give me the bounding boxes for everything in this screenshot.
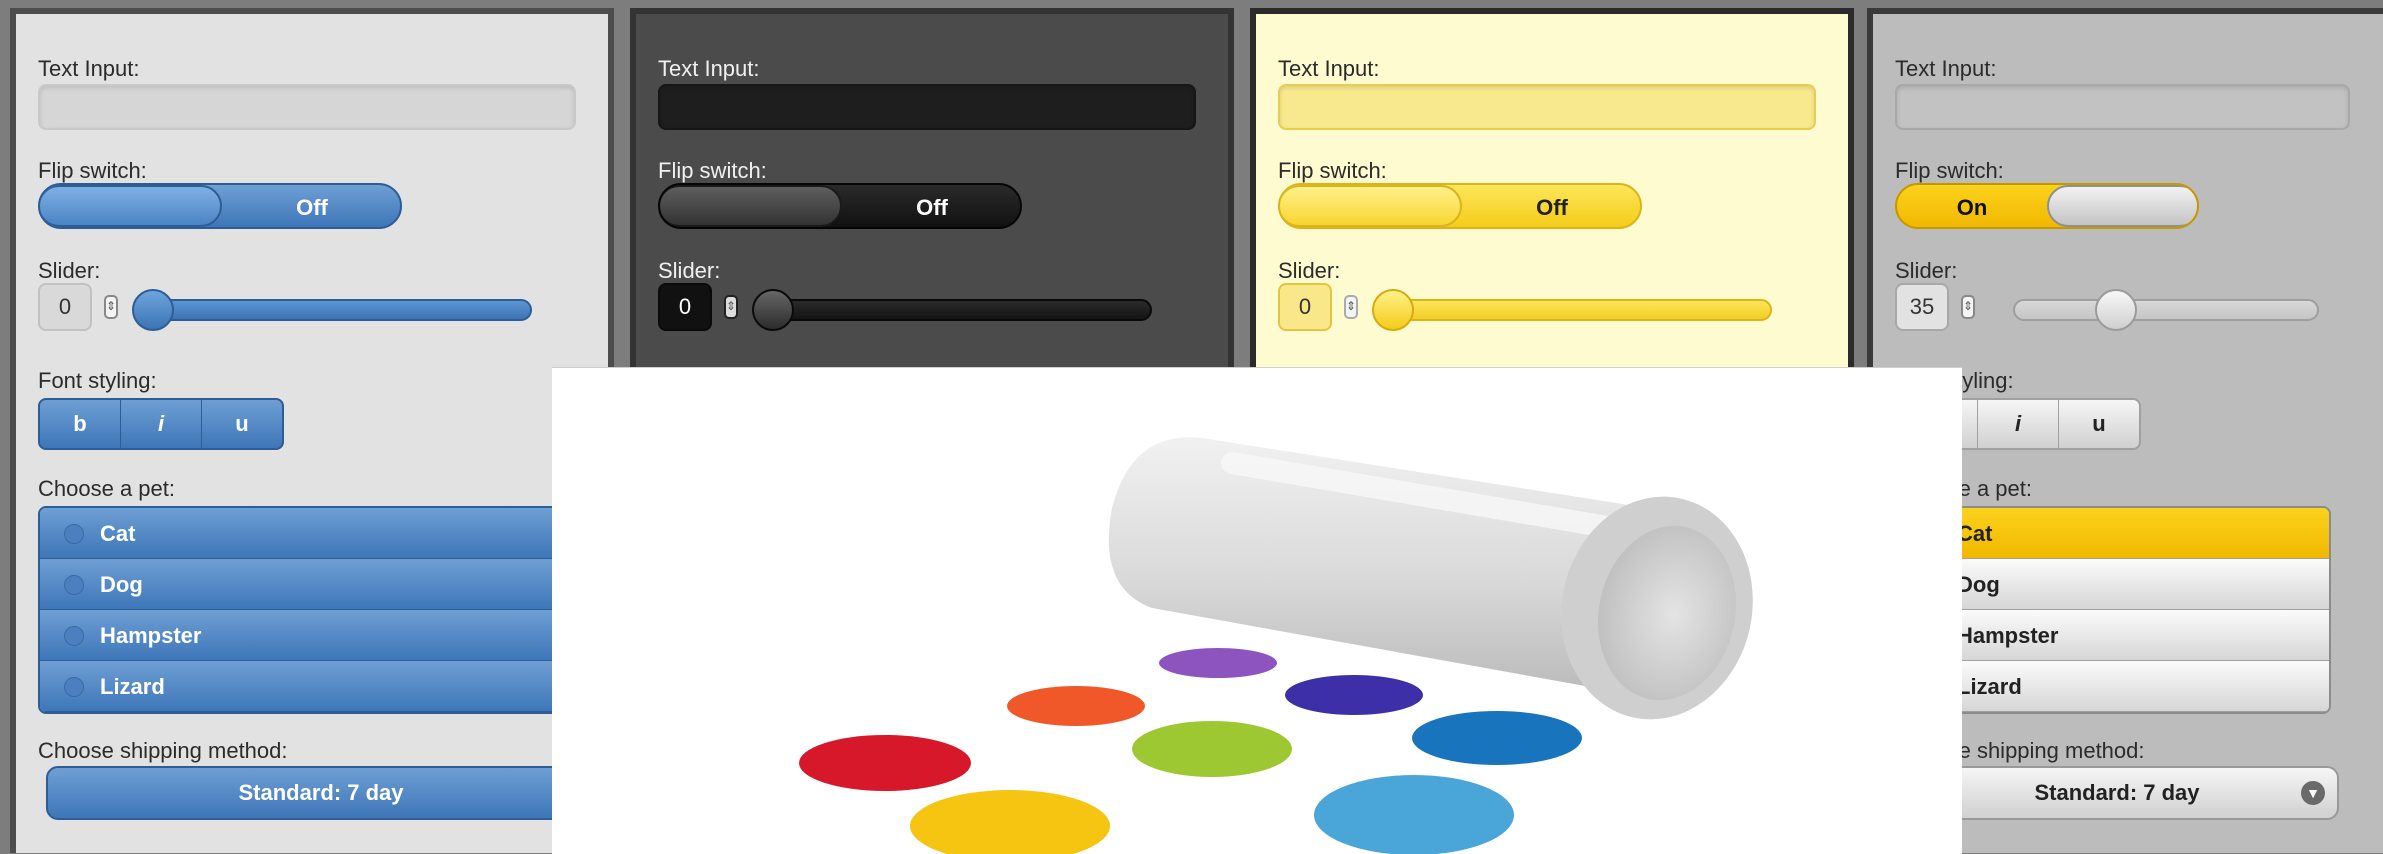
underline-button[interactable]: u (201, 400, 282, 448)
font-styling-label: Font styling: (38, 368, 157, 393)
slider-track[interactable] (1378, 299, 1772, 321)
pet-option-label: Lizard (100, 674, 165, 699)
slider-number-input[interactable]: 0 (38, 283, 92, 331)
dot-light-blue (1314, 775, 1514, 854)
slider-track[interactable] (758, 299, 1152, 321)
radio-icon (64, 677, 84, 697)
slider-track[interactable] (2013, 299, 2319, 321)
bold-button[interactable]: b (40, 400, 120, 448)
shipping-select[interactable]: Standard: 7 day ▼ (46, 766, 596, 820)
shipping-select-value: Standard: 7 day (2034, 780, 2200, 805)
shipping-select-value: Standard: 7 day (238, 780, 404, 805)
pet-option-label: Dog (1957, 572, 2000, 597)
slider-number-input[interactable]: 0 (1278, 283, 1332, 331)
radio-icon (64, 626, 84, 646)
pet-option-label: Hampster (100, 623, 202, 648)
flip-switch-label: Flip switch: (38, 158, 147, 183)
dot-green (1132, 721, 1292, 777)
text-input-label: Text Input: (1895, 56, 1997, 81)
pet-option-label: Dog (100, 572, 143, 597)
slider-label: Slider: (1278, 258, 1341, 283)
slider-number-input[interactable]: 0 (658, 283, 712, 331)
slider-label: Slider: (1895, 258, 1958, 283)
up-down-arrows-icon[interactable]: ⇕ (104, 295, 118, 319)
radio-icon (64, 524, 84, 544)
pet-radio-group: Cat Dog Hampster Lizard (38, 506, 598, 714)
up-down-arrows-icon[interactable]: ⇕ (724, 295, 738, 319)
pet-option-cat[interactable]: Cat (40, 508, 596, 559)
text-input[interactable] (658, 84, 1196, 130)
theme-panel-blue: Text Input: Flip switch: Off Slider: 0 ⇕… (10, 8, 614, 853)
up-down-arrows-icon[interactable]: ⇕ (1961, 295, 1975, 319)
slider-track[interactable] (138, 299, 532, 321)
flip-switch-label: Flip switch: (1278, 158, 1387, 183)
flip-switch[interactable]: Off (658, 183, 1022, 229)
colored-dots (799, 648, 1582, 854)
text-input[interactable] (1895, 84, 2350, 130)
pet-option-dog[interactable]: Dog (40, 559, 596, 610)
dot-indigo (1285, 675, 1423, 715)
flip-switch[interactable]: Off (38, 183, 402, 229)
slider-number-input[interactable]: 35 (1895, 283, 1949, 331)
tube-shape (1108, 437, 1753, 720)
slider-handle[interactable] (2095, 289, 2137, 331)
pet-option-label: Cat (100, 521, 136, 546)
logo-image-overlay (552, 367, 1962, 854)
dot-yellow (910, 790, 1110, 854)
flip-switch-knob[interactable] (2047, 185, 2197, 227)
flip-switch-value: Off (916, 195, 948, 220)
slider-handle[interactable] (752, 289, 794, 331)
radio-icon (64, 575, 84, 595)
flip-switch-knob[interactable] (660, 185, 842, 227)
flip-switch-knob[interactable] (1280, 185, 1462, 227)
slider-handle[interactable] (1372, 289, 1414, 331)
italic-button[interactable]: i (1977, 400, 2058, 448)
pet-option-lizard[interactable]: Lizard (40, 661, 596, 712)
pet-option-hampster[interactable]: Hampster (40, 610, 596, 661)
flip-switch[interactable]: Off (1278, 183, 1642, 229)
text-input-label: Text Input: (658, 56, 760, 81)
flip-switch[interactable]: On (1895, 183, 2199, 229)
dot-orange (1007, 686, 1145, 726)
shipping-label: Choose shipping method: (38, 738, 288, 763)
text-input-label: Text Input: (38, 56, 140, 81)
slider-label: Slider: (658, 258, 721, 283)
flip-switch-value: Off (296, 195, 328, 220)
flip-switch-value: Off (1536, 195, 1568, 220)
pet-option-label: Cat (1957, 521, 1993, 546)
text-input-label: Text Input: (1278, 56, 1380, 81)
up-down-arrows-icon[interactable]: ⇕ (1344, 295, 1358, 319)
dot-red (799, 735, 971, 791)
dot-blue (1412, 711, 1582, 765)
tube-and-dots-logo (799, 437, 1753, 854)
flip-switch-label: Flip switch: (1895, 158, 2004, 183)
pet-option-label: Lizard (1957, 674, 2022, 699)
font-styling-group: b i u (38, 398, 284, 450)
underline-button[interactable]: u (2058, 400, 2139, 448)
text-input[interactable] (38, 84, 576, 130)
flip-switch-label: Flip switch: (658, 158, 767, 183)
slider-handle[interactable] (132, 289, 174, 331)
flip-switch-knob[interactable] (40, 185, 222, 227)
flip-switch-value: On (1956, 195, 1988, 220)
chevron-down-icon: ▼ (2301, 781, 2325, 805)
text-input[interactable] (1278, 84, 1816, 130)
slider-label: Slider: (38, 258, 101, 283)
pet-option-label: Hampster (1957, 623, 2059, 648)
italic-button[interactable]: i (120, 400, 201, 448)
choose-pet-label: Choose a pet: (38, 476, 175, 501)
dot-purple (1159, 648, 1277, 678)
